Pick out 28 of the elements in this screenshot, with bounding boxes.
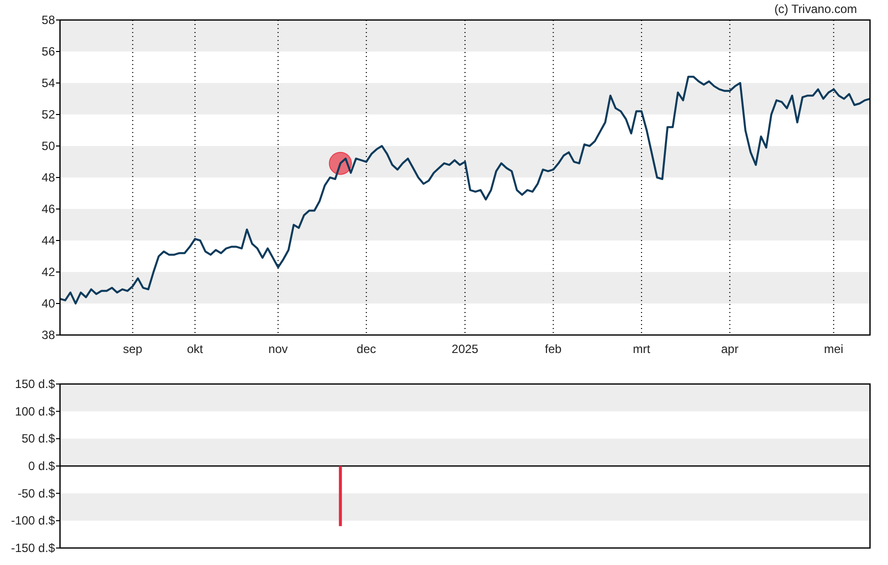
axis-label: nov — [268, 342, 288, 356]
axis-label: 42 — [42, 265, 55, 279]
axis-label: -50 d.$ — [18, 486, 55, 500]
axis-label: 50 d.$ — [22, 432, 55, 446]
axis-label: 100 d.$ — [14, 404, 55, 418]
axis-label: 150 d.$ — [14, 377, 55, 391]
axis-label: -150 d.$ — [10, 541, 55, 555]
axis-label: -100 d.$ — [10, 514, 55, 528]
axis-label: apr — [721, 342, 738, 356]
axis-label: 44 — [42, 234, 55, 248]
axis-label: 56 — [42, 44, 55, 58]
axis-label: 2025 — [452, 342, 478, 356]
axis-label: 46 — [42, 202, 55, 216]
axis-label: 0 d.$ — [28, 459, 55, 473]
axis-label: 40 — [42, 296, 55, 310]
axis-label: mei — [824, 342, 844, 356]
copyright-text: (c) Trivano.com — [774, 2, 857, 16]
axis-label: feb — [544, 342, 562, 356]
axis-label: dec — [356, 342, 376, 356]
axis-label: mrt — [632, 342, 650, 356]
axis-label: 50 — [42, 139, 55, 153]
axis-label: 54 — [42, 76, 55, 90]
axis-label: 58 — [42, 13, 55, 27]
axis-label: 38 — [42, 328, 55, 342]
axis-label: okt — [187, 342, 203, 356]
axis-label: 52 — [42, 108, 55, 122]
axis-label: sep — [123, 342, 142, 356]
axis-label: 48 — [42, 170, 55, 184]
